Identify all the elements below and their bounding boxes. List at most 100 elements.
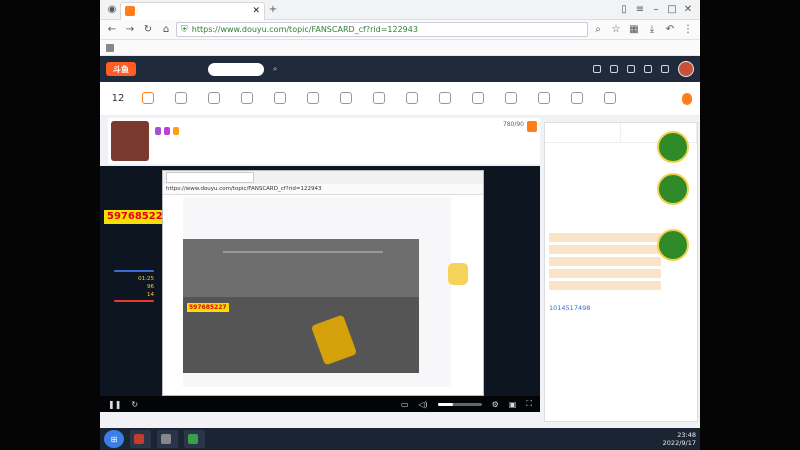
download-icon[interactable]: ⤓ (644, 22, 660, 38)
category-icon (373, 91, 385, 104)
system-clock[interactable]: 23:48 2022/9/17 (663, 431, 696, 447)
start-button[interactable]: ⊞ (104, 430, 124, 448)
category-item[interactable] (531, 91, 557, 106)
category-item[interactable] (333, 91, 359, 106)
back-button[interactable]: ← (104, 22, 120, 38)
app-icon (134, 434, 144, 444)
bookmark-item[interactable] (106, 43, 117, 52)
new-tab-button[interactable]: + (265, 2, 281, 18)
follow-icon (610, 64, 618, 73)
side-panel: 1014517498 (544, 122, 698, 422)
chat-message (549, 245, 661, 254)
undo-icon[interactable]: ↶ (662, 22, 678, 38)
douyu-logo[interactable]: 斗鱼 (106, 62, 136, 76)
category-item[interactable] (432, 91, 458, 106)
close-window-button[interactable]: ✕ (680, 2, 696, 18)
home-button[interactable]: ⌂ (158, 22, 174, 38)
settings-icon[interactable]: ⚙ (492, 400, 499, 409)
address-bar[interactable]: ⛨ https://www.douyu.com/topic/FANSCARD_c… (176, 22, 588, 37)
video-player[interactable]: 597685227 01:25 96 14 https://www.douyu.… (100, 166, 540, 412)
browser-logo-icon[interactable]: ◉ (104, 2, 120, 18)
category-item[interactable] (267, 91, 293, 106)
bookmark-star-icon[interactable]: ☆ (608, 22, 624, 38)
douyu-header: 斗鱼 ⌕ (100, 56, 700, 82)
refresh-icon[interactable]: ↻ (131, 400, 138, 409)
stat-row: 96 (147, 284, 154, 290)
category-item[interactable] (564, 91, 590, 106)
category-icon (571, 91, 583, 104)
search-input[interactable] (208, 62, 264, 76)
category-item[interactable] (465, 91, 491, 106)
promo-badge[interactable] (657, 173, 689, 205)
category-item[interactable] (201, 91, 227, 106)
category-item[interactable] (234, 91, 260, 106)
category-icon (307, 91, 319, 104)
anchor-avatar[interactable] (111, 121, 149, 161)
fullscreen-icon[interactable]: ⛶ (526, 399, 532, 409)
category-icon (604, 91, 616, 104)
browser-tab[interactable]: ✕ (120, 1, 265, 20)
chat-message (549, 269, 661, 278)
menu-icon[interactable]: ≡ (632, 2, 648, 18)
category-item[interactable] (366, 91, 392, 106)
category-item[interactable] (399, 91, 425, 106)
category-icon (274, 91, 286, 104)
category-item[interactable] (135, 91, 161, 106)
category-item[interactable] (597, 91, 623, 106)
category-icon (241, 91, 253, 104)
screen: ◉ ✕ + ▯ ≡ – □ ✕ ← → ↻ ⌂ ⛨ https://www.do… (0, 0, 800, 450)
reading-mode-icon[interactable]: ▯ (616, 2, 632, 18)
stat-row: 01:25 (138, 276, 154, 282)
bookmarks-bar (100, 40, 700, 56)
category-item[interactable] (300, 91, 326, 106)
zoom-icon[interactable]: ⌕ (590, 22, 606, 38)
room-tag[interactable] (164, 127, 170, 135)
maximize-button[interactable]: □ (664, 2, 680, 18)
settings-icon[interactable]: ⋮ (680, 22, 696, 38)
promo-badge[interactable] (657, 131, 689, 163)
category-icon (142, 91, 154, 104)
user-avatar[interactable] (678, 61, 694, 77)
volume-icon[interactable]: ◁) (418, 400, 427, 409)
tool-history[interactable] (593, 64, 601, 74)
category-item[interactable] (168, 91, 194, 106)
taskbar-app[interactable] (130, 430, 151, 448)
room-tag[interactable] (155, 127, 161, 135)
search-icon[interactable]: ⌕ (273, 64, 277, 74)
tool-client[interactable] (644, 64, 652, 74)
promo-badge[interactable] (657, 229, 689, 261)
category-icon (340, 91, 352, 104)
forward-button[interactable]: → (122, 22, 138, 38)
chat-user-id[interactable]: 1014517498 (549, 304, 661, 313)
refresh-button[interactable]: ↻ (140, 22, 156, 38)
room-tags (155, 127, 497, 135)
tool-stream[interactable] (661, 64, 669, 74)
app-icon (188, 434, 198, 444)
category-icon (208, 91, 220, 104)
follow-button[interactable] (527, 121, 537, 132)
pause-icon[interactable]: ❚❚ (108, 400, 121, 409)
secure-shield-icon: ⛨ (181, 24, 188, 35)
tool-shop[interactable] (627, 64, 635, 74)
pip-icon[interactable]: ▣ (509, 400, 517, 409)
inner-browser-tab (166, 172, 254, 183)
taskbar-app[interactable] (184, 430, 205, 448)
browser-titlebar: ◉ ✕ + ▯ ≡ – □ ✕ (100, 0, 700, 20)
barrage-icon[interactable]: ▭ (401, 400, 409, 409)
tab-close-icon[interactable]: ✕ (252, 6, 260, 16)
pc-client-button[interactable] (682, 92, 692, 105)
volume-slider[interactable] (437, 402, 482, 406)
extensions-icon[interactable]: ▦ (626, 22, 642, 38)
category-item[interactable] (498, 91, 524, 106)
player-controls: ❚❚ ↻ ▭ ◁) ⚙ ▣ ⛶ (100, 396, 540, 412)
room-header: 780/90 (108, 118, 540, 164)
category-icon (472, 91, 484, 104)
category-icon (505, 91, 517, 104)
tab-fans[interactable] (545, 123, 621, 142)
minimize-button[interactable]: – (648, 2, 664, 18)
inner-titlebar (163, 171, 483, 184)
tool-follow[interactable] (610, 64, 618, 74)
taskbar-app[interactable] (157, 430, 178, 448)
overlay-stats: 01:25 96 14 (114, 270, 154, 302)
room-tag[interactable] (173, 127, 179, 135)
